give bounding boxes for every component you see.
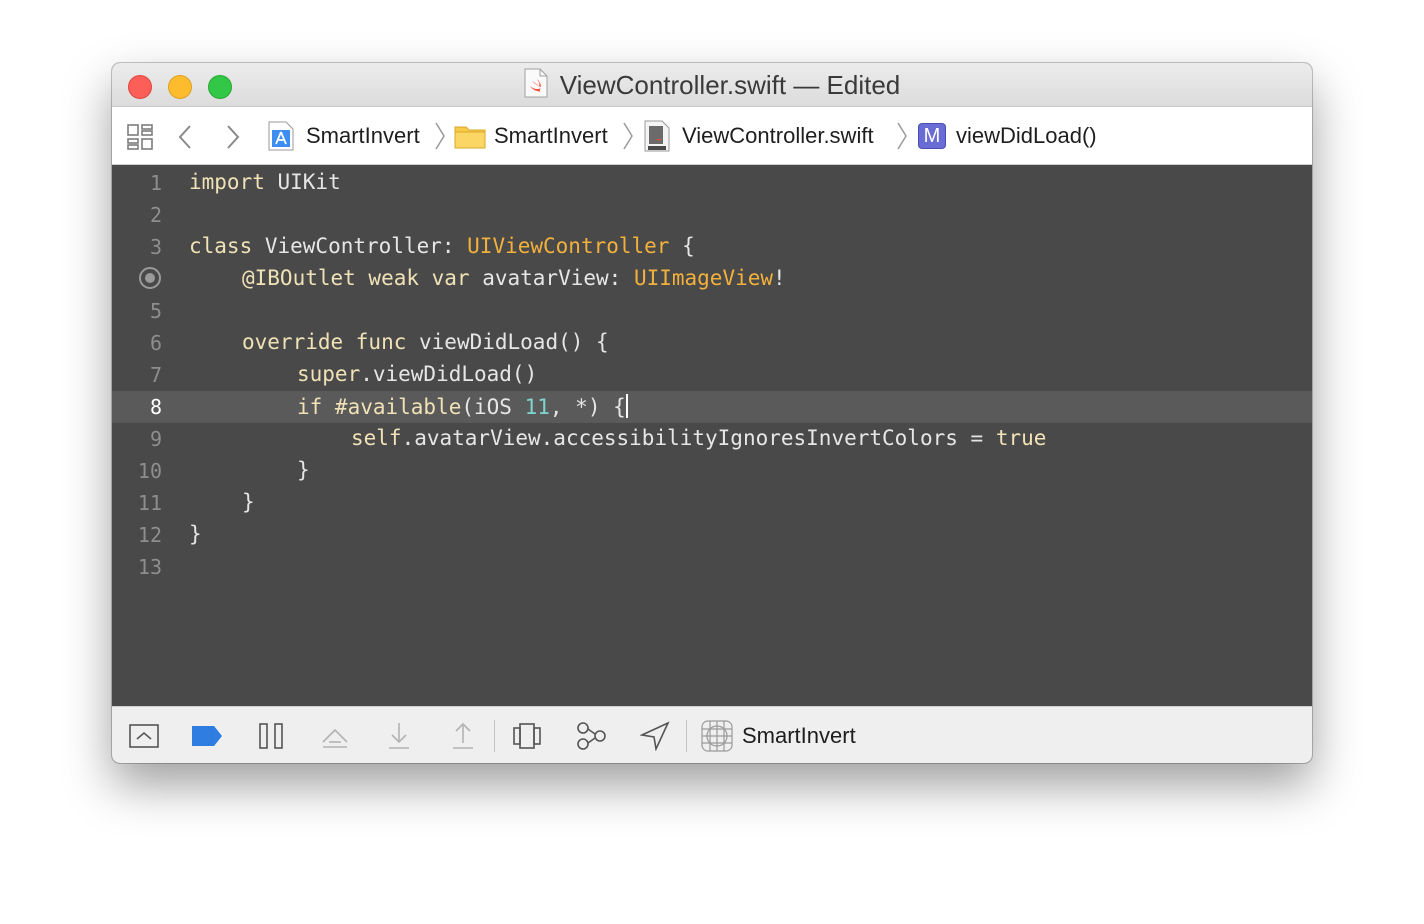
crumb-method-label: viewDidLoad() <box>956 123 1097 148</box>
code-line[interactable]: 1 import UIKit <box>112 167 1312 199</box>
chevron-right-icon <box>896 121 908 156</box>
scheme-label: SmartInvert <box>742 722 856 748</box>
code-text: self.avatarView.accessibilityIgnoresInve… <box>351 426 1047 450</box>
xcode-project-icon <box>268 121 294 151</box>
code-line[interactable]: 6 override func viewDidLoad() { <box>112 327 1312 359</box>
text-caret <box>625 394 628 418</box>
crumb-group[interactable]: SmartInvert <box>494 107 608 165</box>
simulate-location-icon[interactable] <box>638 719 672 753</box>
chevron-right-icon <box>622 121 634 156</box>
line-number: 10 <box>137 459 162 483</box>
toolbar-divider <box>494 720 495 752</box>
code-line[interactable]: 9 self.avatarView.accessibilityIgnoresIn… <box>112 423 1312 455</box>
jump-bar: SmartInvert SmartInvert ViewController.s… <box>112 107 1312 165</box>
code-text: } <box>297 458 310 482</box>
line-number: 9 <box>149 427 162 451</box>
line-number: 13 <box>137 555 162 579</box>
code-text: override func viewDidLoad() { <box>242 330 609 354</box>
code-text: } <box>189 522 202 546</box>
line-number: 6 <box>149 331 162 355</box>
title-bar: ViewController.swift — Edited <box>112 63 1312 107</box>
line-number: 12 <box>137 523 162 547</box>
related-items-icon[interactable] <box>126 123 154 151</box>
code-line[interactable]: 3 class ViewController: UIViewController… <box>112 231 1312 263</box>
xcode-window: ViewController.swift — Edited SmartInver… <box>112 63 1312 763</box>
source-editor[interactable]: 1 import UIKit 2 3 class ViewController:… <box>112 165 1312 706</box>
crumb-project-label: SmartInvert <box>306 123 420 148</box>
code-line[interactable]: @IBOutlet weak var avatarView: UIImageVi… <box>112 263 1312 295</box>
outlet-connection-icon[interactable] <box>139 267 161 289</box>
pause-icon[interactable] <box>254 719 288 753</box>
current-code-line[interactable]: 8 if #available(iOS 11, *) { <box>112 391 1312 423</box>
method-icon: M <box>918 123 946 149</box>
navigate-back-icon[interactable] <box>176 123 196 151</box>
crumb-method[interactable]: viewDidLoad() <box>956 107 1097 165</box>
code-line[interactable]: 12 } <box>112 519 1312 551</box>
step-over-icon[interactable] <box>318 719 352 753</box>
breakpoints-toggle-icon[interactable] <box>190 719 224 753</box>
method-badge-letter: M <box>923 124 941 147</box>
code-text: super.viewDidLoad() <box>297 362 538 386</box>
hide-debug-area-icon[interactable] <box>127 719 161 753</box>
toolbar-divider <box>686 720 687 752</box>
swift-file-icon <box>644 120 670 152</box>
chevron-right-icon <box>434 121 446 156</box>
code-text: @IBOutlet weak var avatarView: UIImageVi… <box>242 266 786 290</box>
line-number: 11 <box>137 491 162 515</box>
window-title: ViewController.swift — Edited <box>559 69 901 100</box>
step-into-icon[interactable] <box>382 719 416 753</box>
app-target-icon[interactable] <box>700 719 734 753</box>
crumb-project[interactable]: SmartInvert <box>306 107 420 165</box>
code-text: } <box>242 490 255 514</box>
crumb-file[interactable]: ViewController.swift <box>682 107 874 165</box>
code-line[interactable]: 11 } <box>112 487 1312 519</box>
code-line[interactable]: 10 } <box>112 455 1312 487</box>
crumb-file-label: ViewController.swift <box>682 123 874 148</box>
line-number: 3 <box>149 235 162 259</box>
window-title-area: ViewController.swift — Edited <box>112 63 1312 107</box>
memory-graph-icon[interactable] <box>574 719 608 753</box>
line-number: 7 <box>149 363 162 387</box>
line-number: 5 <box>149 299 162 323</box>
debug-bar: SmartInvert <box>112 706 1312 763</box>
swift-document-icon <box>524 68 548 103</box>
code-text: class ViewController: UIViewController { <box>189 234 695 258</box>
folder-icon <box>454 123 486 149</box>
code-line[interactable]: 7 super.viewDidLoad() <box>112 359 1312 391</box>
code-line[interactable]: 2 <box>112 199 1312 231</box>
code-line[interactable]: 5 <box>112 295 1312 327</box>
line-number: 1 <box>149 171 162 195</box>
code-line[interactable]: 13 <box>112 551 1312 583</box>
line-number: 2 <box>149 203 162 227</box>
step-out-icon[interactable] <box>446 719 480 753</box>
code-text: import UIKit <box>189 170 341 194</box>
line-number: 8 <box>149 395 162 419</box>
view-debugger-icon[interactable] <box>510 719 544 753</box>
crumb-group-label: SmartInvert <box>494 123 608 148</box>
code-text: if #available(iOS 11, *) { <box>297 394 628 419</box>
navigate-forward-icon[interactable] <box>222 123 242 151</box>
